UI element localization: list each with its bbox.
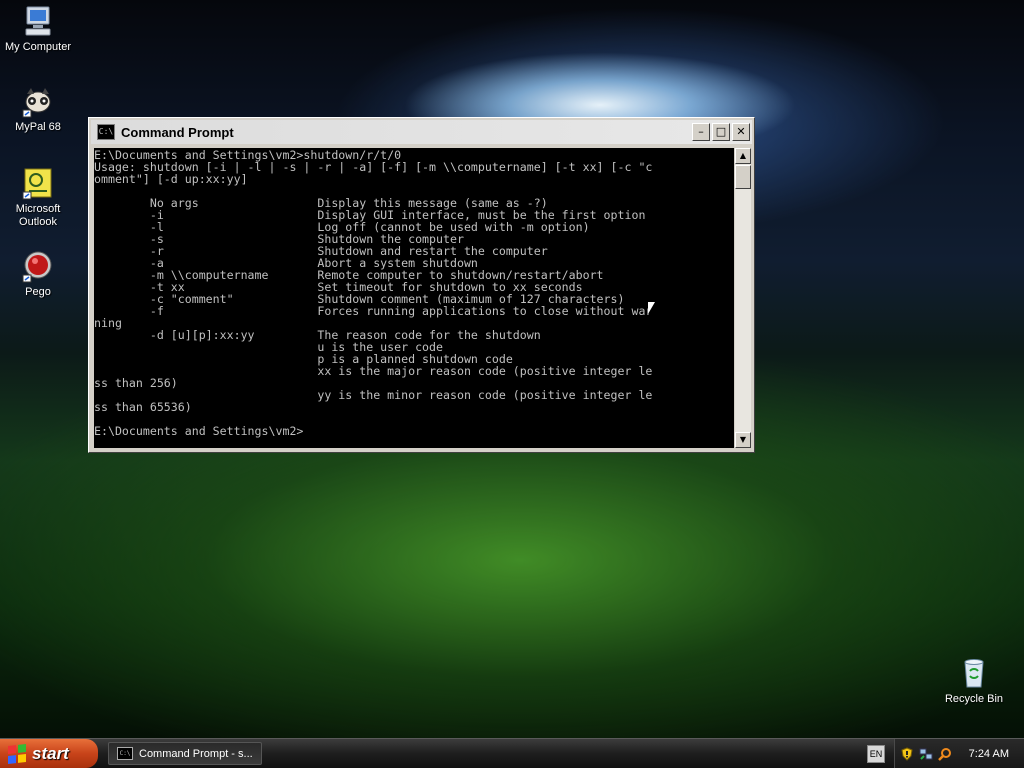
desktop-icon-label: Pego (25, 286, 51, 298)
mypal-browser-icon (22, 88, 51, 118)
windows-flag-icon (8, 743, 26, 764)
desktop-icon-label: Recycle Bin (944, 693, 1004, 705)
maximize-button[interactable]: □ (712, 123, 730, 141)
command-prompt-icon: C:\ (117, 747, 133, 760)
scroll-down-button[interactable]: ▼ (735, 432, 751, 448)
recycle-bin-icon (964, 659, 984, 688)
clock[interactable]: 7:24 AM (969, 748, 1009, 760)
desktop-icon-microsoft-outlook[interactable]: Microsoft Outlook (0, 166, 76, 229)
taskbar-item-command-prompt[interactable]: C:\ Command Prompt - s... (108, 742, 262, 765)
network-connection-icon[interactable] (919, 747, 933, 761)
start-button[interactable]: start (0, 739, 98, 768)
taskbar: start C:\ Command Prompt - s... EN 7:24 … (0, 738, 1024, 768)
desktop-icon-label: My Computer (4, 41, 72, 53)
search-icon[interactable] (938, 747, 952, 761)
desktop-icon-pego[interactable]: Pego (0, 249, 76, 299)
minimize-button[interactable]: – (692, 123, 710, 141)
security-shield-icon[interactable] (900, 746, 914, 761)
command-prompt-window[interactable]: C:\ Command Prompt – □ ✕ E:\Documents an… (88, 117, 755, 453)
window-titlebar[interactable]: C:\ Command Prompt – □ ✕ (91, 120, 752, 144)
console-text: E:\Documents and Settings\vm2>shutdown/r… (94, 148, 653, 438)
desktop-icon-mypal[interactable]: MyPal 68 (0, 84, 76, 134)
desktop-icon-label: MyPal 68 (15, 121, 61, 133)
outlook-icon (22, 168, 52, 200)
pego-icon (22, 251, 52, 283)
taskbar-item-label: Command Prompt - s... (139, 747, 253, 760)
mouse-pointer-icon (648, 302, 655, 314)
system-tray: 7:24 AM (894, 739, 1024, 768)
desktop-background-shadow (0, 440, 1024, 740)
close-button[interactable]: ✕ (732, 123, 750, 141)
start-label: start (32, 743, 69, 763)
vertical-scrollbar[interactable]: ▲ ▼ (735, 148, 751, 448)
window-title: Command Prompt (121, 124, 234, 140)
scrollbar-thumb[interactable] (735, 165, 751, 189)
scroll-up-button[interactable]: ▲ (735, 148, 751, 164)
my-computer-icon (25, 6, 51, 36)
desktop-icon-recycle-bin[interactable]: Recycle Bin (936, 656, 1012, 706)
command-prompt-icon[interactable]: C:\ (97, 124, 115, 140)
desktop-icon-my-computer[interactable]: My Computer (0, 4, 76, 54)
language-indicator[interactable]: EN (867, 745, 885, 763)
window-controls: – □ ✕ (692, 123, 750, 141)
desktop-icon-label: Microsoft Outlook (15, 203, 61, 228)
console-output-area[interactable]: E:\Documents and Settings\vm2>shutdown/r… (94, 148, 734, 448)
